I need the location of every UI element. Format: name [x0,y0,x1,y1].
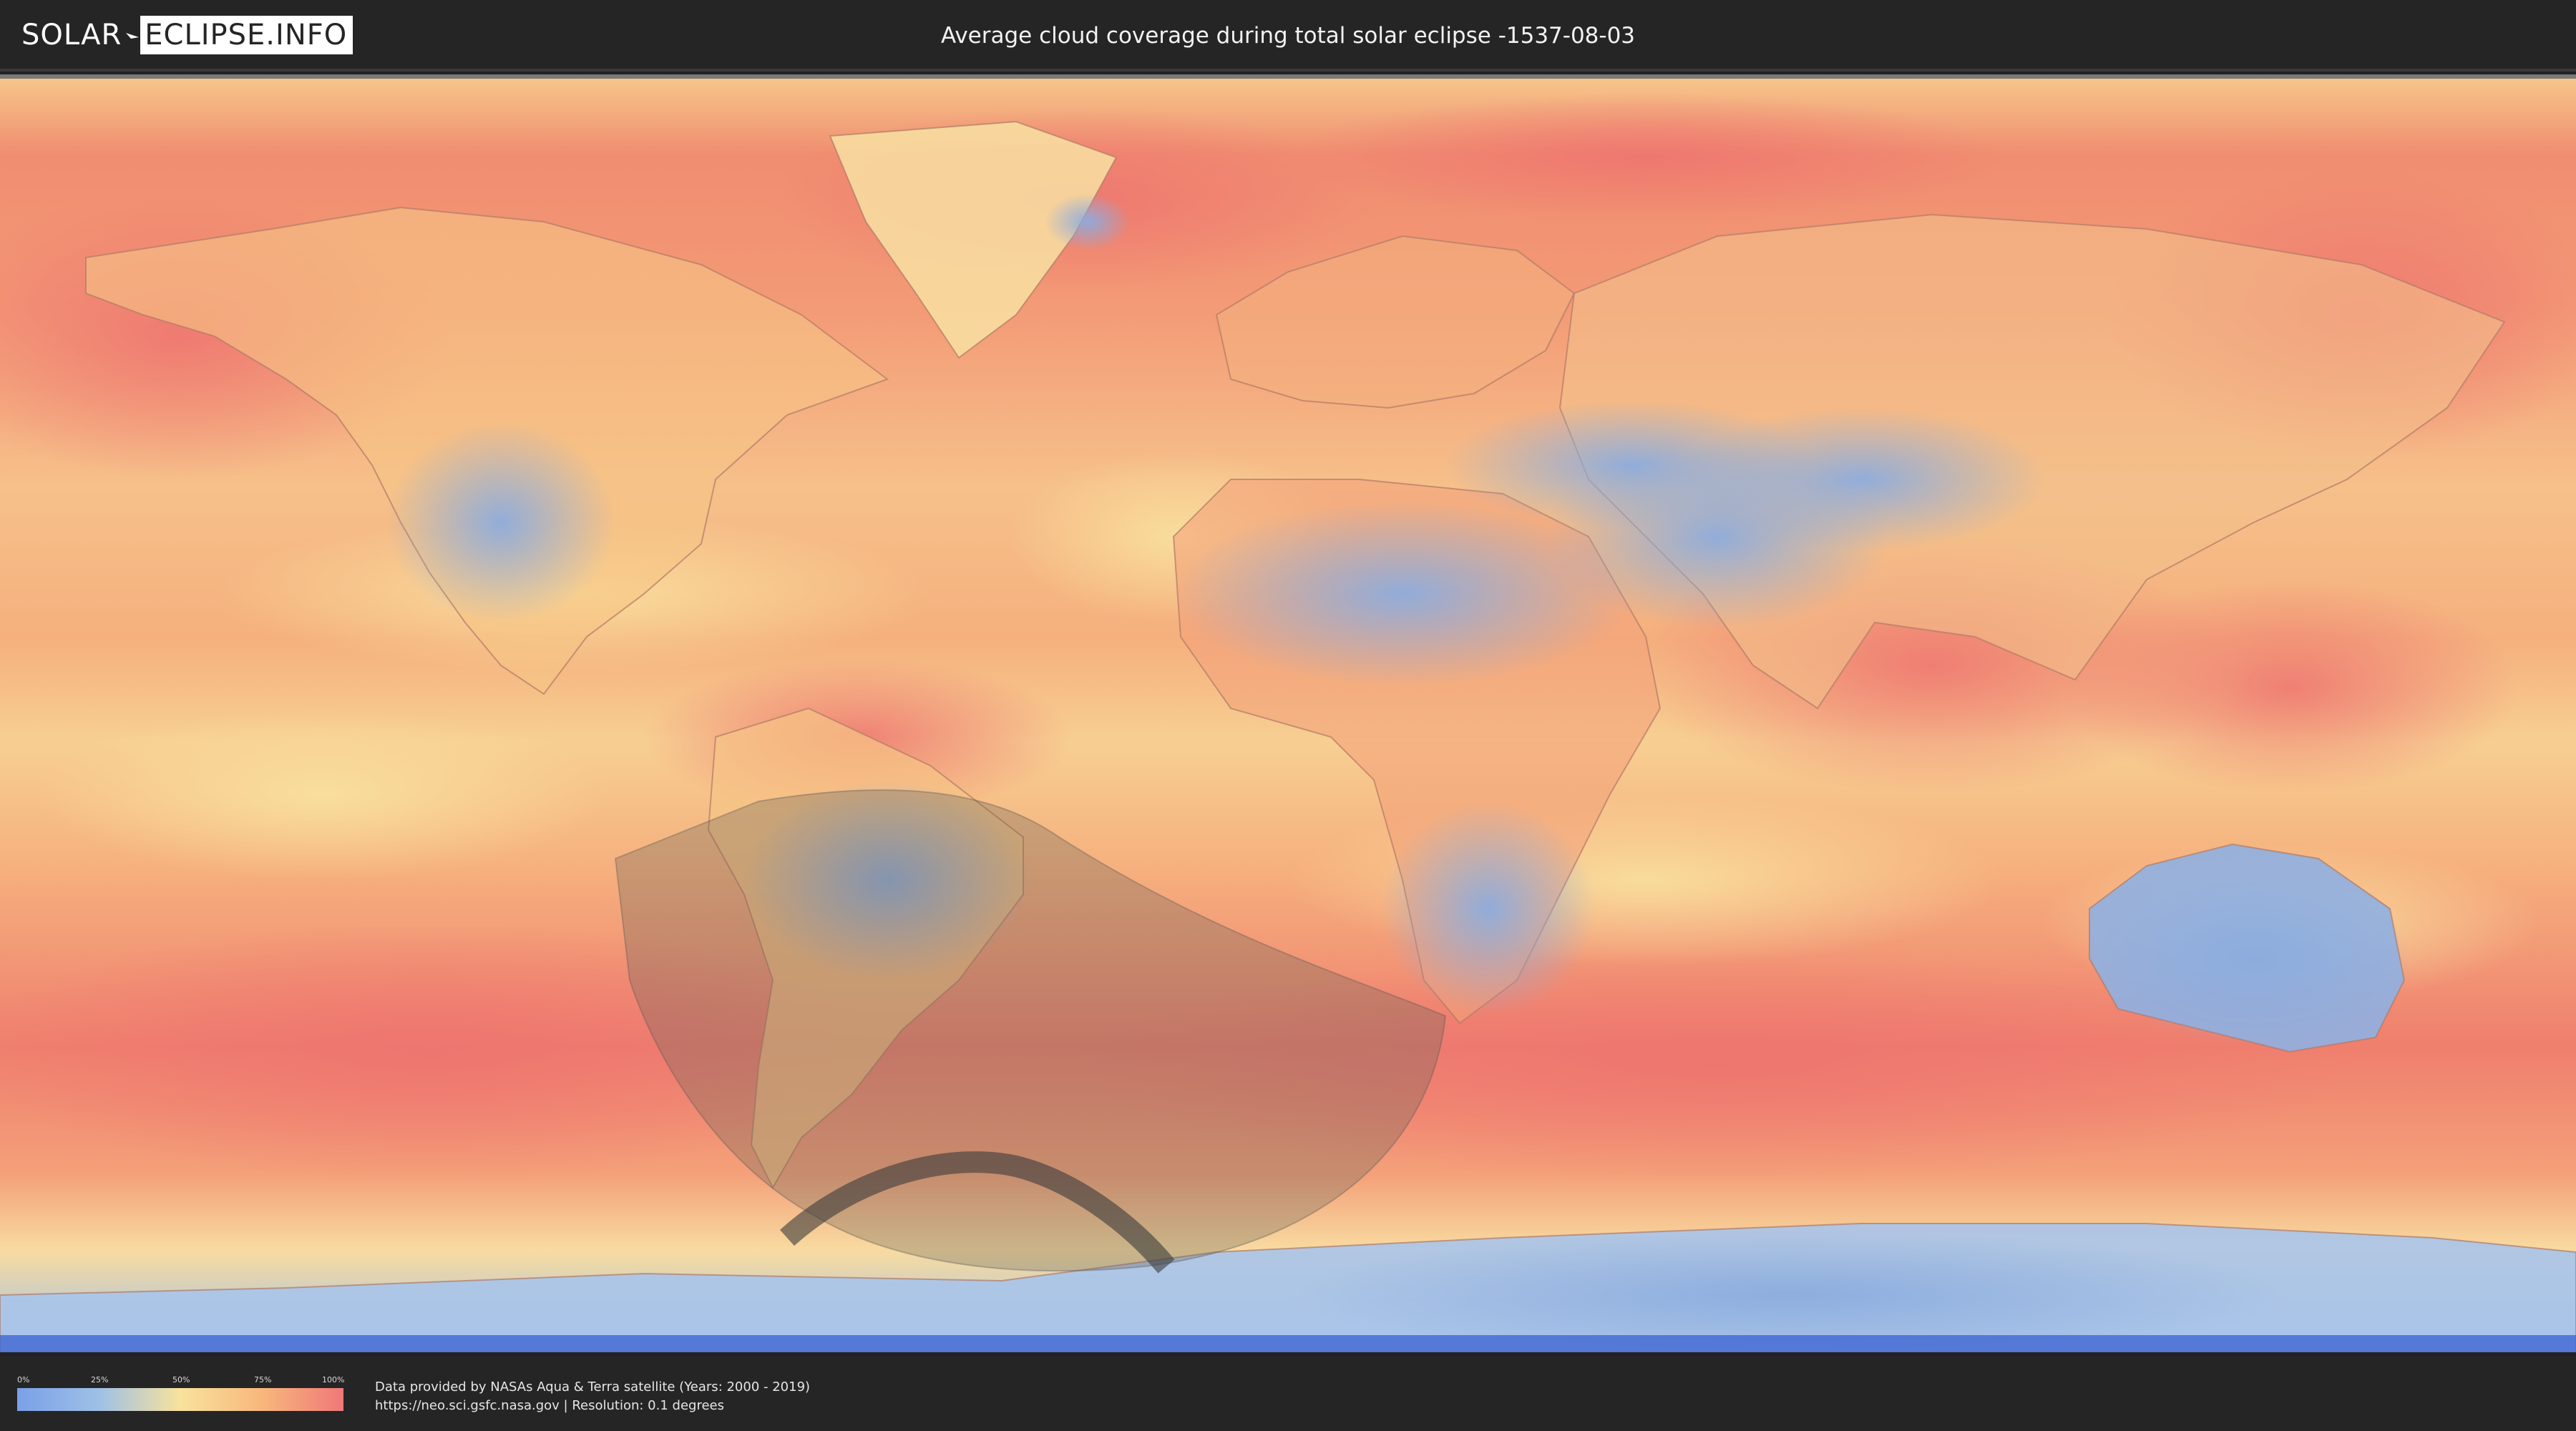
footer-bar: 0% 25% 50% 75% 100% Data provided by NAS… [0,1357,2576,1431]
source-line-2[interactable]: https://neo.sci.gsfc.nasa.gov | Resoluti… [375,1397,810,1415]
legend-tick-0: 0% [17,1375,30,1384]
legend-tick-50: 50% [172,1375,190,1384]
legend-tick-75: 75% [254,1375,272,1384]
legend-tick-25: 25% [91,1375,109,1384]
south-pole-band [0,1335,2576,1352]
cloud-coverage-legend: 0% 25% 50% 75% 100% [17,1375,345,1412]
legend-tick-100: 100% [322,1375,345,1384]
legend-gradient-bar [17,1388,343,1411]
data-source-credit: Data provided by NASAs Aqua & Terra sate… [375,1378,810,1415]
app-root: SOLAR ECLIPSE.INFO Average cloud coverag… [0,0,2576,1431]
source-line-1: Data provided by NASAs Aqua & Terra sate… [375,1379,811,1395]
world-map-svg [0,79,2576,1352]
page-title: Average cloud coverage during total sola… [940,23,1636,49]
header-bar: SOLAR ECLIPSE.INFO Average cloud coverag… [0,0,2576,72]
cloud-coverage-map[interactable] [0,74,2576,1352]
